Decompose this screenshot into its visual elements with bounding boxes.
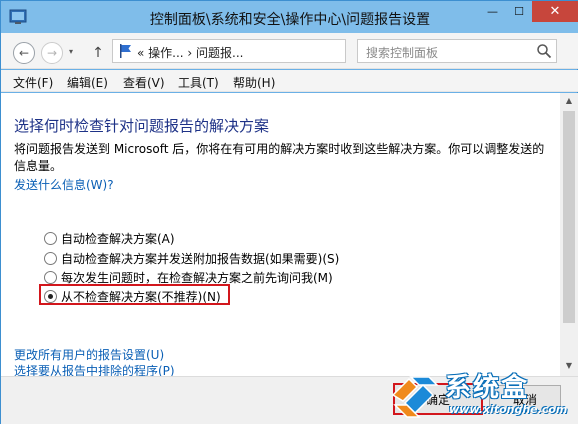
search-box[interactable]: 搜索控制面板 <box>357 39 557 63</box>
close-button[interactable]: ✕ <box>532 1 578 22</box>
search-input[interactable]: 搜索控制面板 <box>366 44 438 61</box>
all-users-settings-link[interactable]: 更改所有用户的报告设置(U) <box>14 346 164 363</box>
navigation-bar: ← → ▾ ↑ « 操作... › 问题报... ▾ ↻ 搜索控制面板 <box>1 33 578 69</box>
page-description: 将问题报告发送到 Microsoft 后，你将在有可用的解决方案时收到这些解决方… <box>14 142 545 173</box>
title-bar[interactable]: 控制面板\系统和安全\操作中心\问题报告设置 — ☐ ✕ <box>1 1 578 33</box>
scrollbar-thumb[interactable] <box>563 111 575 323</box>
option-label: 每次发生问题时，在检查解决方案之前先询问我(M) <box>61 270 333 285</box>
scroll-up-icon[interactable]: ▲ <box>560 93 578 109</box>
menu-edit[interactable]: 编辑(E) <box>67 74 108 91</box>
minimize-button[interactable]: — <box>479 1 506 22</box>
arrow-left-icon: ← <box>18 46 30 60</box>
watermark: 系统盒 www.xitonghe.com <box>389 367 577 423</box>
xitonghe-logo-icon <box>391 376 439 418</box>
option-auto-check[interactable]: 自动检查解决方案(A) <box>44 230 175 246</box>
radio-button[interactable] <box>44 251 57 265</box>
watermark-brand: 系统盒 <box>445 373 530 403</box>
annotation-highlight-box <box>39 284 230 305</box>
radio-button[interactable] <box>44 231 57 245</box>
forward-button[interactable]: → <box>41 42 63 64</box>
radio-button[interactable] <box>44 270 57 284</box>
recent-pages-dropdown[interactable]: ▾ <box>69 47 73 56</box>
option-label: 自动检查解决方案并发送附加报告数据(如果需要)(S) <box>61 251 340 266</box>
search-icon[interactable] <box>536 43 552 59</box>
problem-report-settings-window: 控制面板\系统和安全\操作中心\问题报告设置 — ☐ ✕ ← → ▾ ↑ « 操… <box>0 0 578 424</box>
vertical-scrollbar[interactable]: ▲ ▼ <box>560 93 578 376</box>
option-ask-each-time[interactable]: 每次发生问题时，在检查解决方案之前先询问我(M) <box>44 269 333 285</box>
maximize-button[interactable]: ☐ <box>506 1 532 22</box>
menu-view[interactable]: 查看(V) <box>123 74 165 91</box>
watermark-url: www.xitonghe.com <box>449 403 568 416</box>
control-panel-icon <box>9 9 27 24</box>
window-title: 控制面板\系统和安全\操作中心\问题报告设置 <box>149 12 431 28</box>
action-center-flag-icon <box>120 44 131 58</box>
option-label: 自动检查解决方案(A) <box>61 231 175 246</box>
arrow-right-icon: → <box>46 46 58 60</box>
menu-bar: 文件(F) 编辑(E) 查看(V) 工具(T) 帮助(H) <box>1 70 578 92</box>
menu-help[interactable]: 帮助(H) <box>233 74 275 91</box>
address-bar[interactable]: « 操作... › 问题报... ▾ ↻ <box>112 39 448 63</box>
back-button[interactable]: ← <box>13 42 35 64</box>
menu-tools[interactable]: 工具(T) <box>178 74 219 91</box>
menu-file[interactable]: 文件(F) <box>13 74 53 91</box>
breadcrumb[interactable]: « 操作... › 问题报... <box>137 44 243 61</box>
arrow-up-icon: ↑ <box>92 45 104 61</box>
option-auto-check-send-data[interactable]: 自动检查解决方案并发送附加报告数据(如果需要)(S) <box>44 250 339 266</box>
up-button[interactable]: ↑ <box>89 42 107 64</box>
what-info-sent-link[interactable]: 发送什么信息(W)? <box>14 176 114 193</box>
page-title: 选择何时检查针对问题报告的解决方案 <box>14 117 270 135</box>
